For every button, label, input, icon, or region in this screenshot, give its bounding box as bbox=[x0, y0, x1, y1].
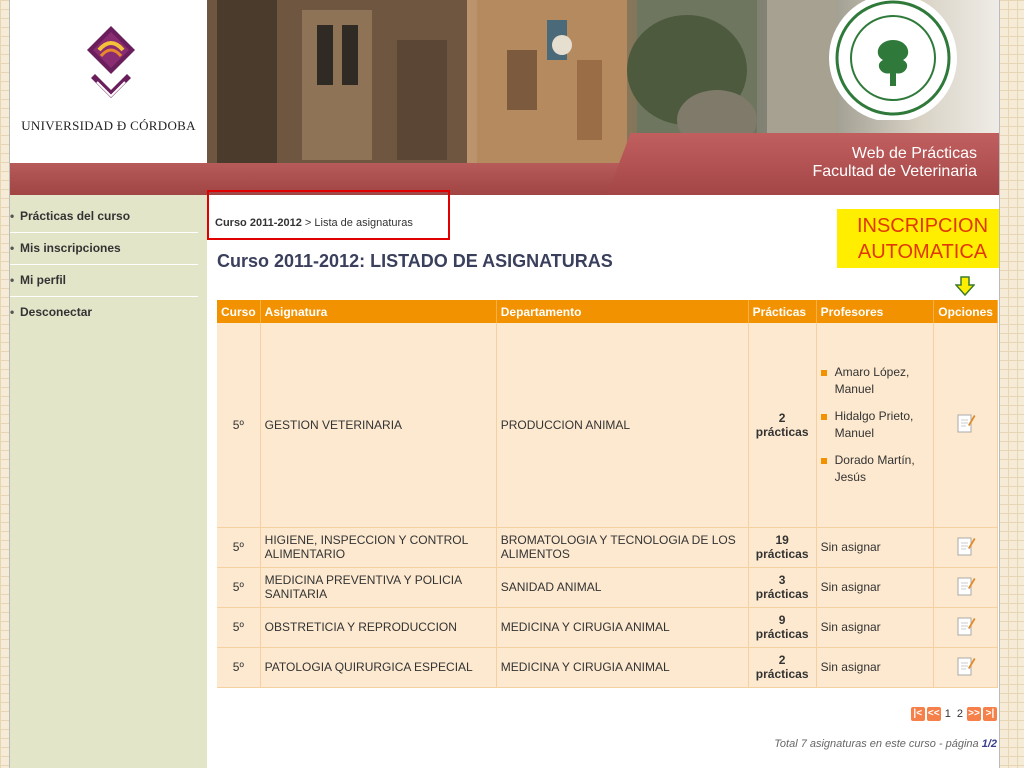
col-departamento[interactable]: Departamento bbox=[496, 300, 749, 323]
arrow-down-icon bbox=[955, 276, 975, 296]
table-row: 5º MEDICINA PREVENTIVA Y POLICIA SANITAR… bbox=[217, 567, 998, 608]
sidebar-item-label: Mis inscripciones bbox=[20, 241, 121, 255]
university-logo[interactable]: UNIVERSIDAD Ð CÓRDOBA bbox=[10, 0, 207, 163]
cell-departamento: MEDICINA Y CIRUGIA ANIMAL bbox=[496, 607, 749, 648]
cell-asignatura[interactable]: MEDICINA PREVENTIVA Y POLICIA SANITARIA bbox=[260, 567, 497, 608]
first-page-button[interactable]: |< bbox=[910, 707, 925, 721]
next-page-button[interactable]: >> bbox=[967, 707, 981, 721]
cell-curso: 5º bbox=[217, 323, 261, 528]
cell-profesores: Sin asignar bbox=[816, 527, 935, 568]
table-row: 5º HIGIENE, INSPECCION Y CONTROL ALIMENT… bbox=[217, 527, 998, 568]
page: UNIVERSIDAD Ð CÓRDOBA Web de Prácticas F… bbox=[9, 0, 1000, 768]
col-practicas[interactable]: Prácticas bbox=[748, 300, 817, 323]
cell-opciones bbox=[933, 607, 998, 648]
cell-curso: 5º bbox=[217, 647, 261, 688]
profesor-item: Amaro López, Manuel bbox=[820, 364, 930, 398]
cell-profesores: Sin asignar bbox=[816, 647, 935, 688]
cell-curso: 5º bbox=[217, 527, 261, 568]
edit-icon[interactable] bbox=[956, 654, 976, 678]
university-name: UNIVERSIDAD Ð CÓRDOBA bbox=[21, 118, 196, 133]
breadcrumb: Curso 2011-2012 > Lista de asignaturas bbox=[215, 217, 413, 229]
cell-departamento: SANIDAD ANIMAL bbox=[496, 567, 749, 608]
edit-icon[interactable] bbox=[956, 614, 976, 638]
cell-asignatura[interactable]: OBSTRETICIA Y REPRODUCCION bbox=[260, 607, 497, 648]
cell-departamento: BROMATOLOGIA Y TECNOLOGIA DE LOS ALIMENT… bbox=[496, 527, 749, 568]
cell-profesores: Sin asignar bbox=[816, 567, 935, 608]
table-row: 5º GESTION VETERINARIA PRODUCCION ANIMAL… bbox=[217, 323, 998, 528]
sidebar-item-label: Mi perfil bbox=[20, 273, 67, 287]
col-profesores[interactable]: Profesores bbox=[816, 300, 935, 323]
cell-profesores: Amaro López, Manuel Hidalgo Prieto, Manu… bbox=[816, 323, 935, 528]
cell-asignatura[interactable]: GESTION VETERINARIA bbox=[260, 323, 497, 528]
cell-practicas: 19 prácticas bbox=[748, 527, 817, 568]
cell-practicas: 2 prácticas bbox=[748, 647, 817, 688]
cell-curso: 5º bbox=[217, 567, 261, 608]
cell-opciones bbox=[933, 647, 998, 688]
total-count: Total 7 asignaturas en este curso - pági… bbox=[774, 738, 997, 750]
col-asignatura[interactable]: Asignatura bbox=[260, 300, 497, 323]
sidebar-item-perfil[interactable]: Mi perfil bbox=[10, 265, 198, 297]
cell-opciones bbox=[933, 323, 998, 528]
cell-opciones bbox=[933, 527, 998, 568]
sidebar-item-inscripciones[interactable]: Mis inscripciones bbox=[10, 233, 198, 265]
cell-departamento: PRODUCCION ANIMAL bbox=[496, 323, 749, 528]
highlight-box bbox=[207, 190, 450, 240]
profesor-item: Hidalgo Prieto, Manuel bbox=[820, 408, 930, 442]
table-header-row: Curso Asignatura Departamento Prácticas … bbox=[217, 300, 998, 323]
callout-line1: INSCRIPCION bbox=[856, 215, 989, 237]
sidebar-item-label: Desconectar bbox=[20, 305, 93, 319]
callout-label: INSCRIPCION AUTOMATICA bbox=[837, 209, 999, 268]
sidebar: Prácticas del curso Mis inscripciones Mi… bbox=[10, 195, 207, 768]
cell-practicas: 9 prácticas bbox=[748, 607, 817, 648]
site-title: Web de Prácticas Facultad de Veterinaria bbox=[812, 145, 977, 181]
main-content: Curso 2011-2012 > Lista de asignaturas C… bbox=[207, 190, 999, 768]
profesor-item: Dorado Martín, Jesús bbox=[820, 452, 930, 486]
cell-departamento: MEDICINA Y CIRUGIA ANIMAL bbox=[496, 647, 749, 688]
sidebar-item-label: Prácticas del curso bbox=[20, 209, 131, 223]
edit-icon[interactable] bbox=[956, 411, 976, 435]
callout-line2: AUTOMATICA bbox=[857, 241, 988, 263]
table-row: 5º PATOLOGIA QUIRURGICA ESPECIAL MEDICIN… bbox=[217, 647, 998, 688]
edit-icon[interactable] bbox=[956, 534, 976, 558]
col-curso[interactable]: Curso bbox=[217, 300, 261, 323]
university-crest-icon bbox=[87, 26, 135, 98]
table-row: 5º OBSTRETICIA Y REPRODUCCION MEDICINA Y… bbox=[217, 607, 998, 648]
breadcrumb-current: > Lista de asignaturas bbox=[301, 217, 413, 229]
cell-asignatura[interactable]: PATOLOGIA QUIRURGICA ESPECIAL bbox=[260, 647, 497, 688]
cell-practicas: 3 prácticas bbox=[748, 567, 817, 608]
breadcrumb-course-link[interactable]: Curso 2011-2012 bbox=[215, 217, 302, 229]
cell-opciones bbox=[933, 567, 998, 608]
sidebar-item-practicas[interactable]: Prácticas del curso bbox=[10, 201, 198, 233]
cell-curso: 5º bbox=[217, 607, 261, 648]
page-1-link[interactable]: 1 bbox=[943, 708, 953, 720]
col-opciones[interactable]: Opciones bbox=[933, 300, 998, 323]
site-title-line1: Web de Prácticas bbox=[851, 145, 977, 162]
sidebar-item-desconectar[interactable]: Desconectar bbox=[10, 297, 198, 328]
subjects-table: Curso Asignatura Departamento Prácticas … bbox=[217, 300, 998, 688]
profesores-list: Amaro López, Manuel Hidalgo Prieto, Manu… bbox=[820, 364, 930, 486]
page-title: Curso 2011-2012: LISTADO DE ASIGNATURAS bbox=[217, 251, 613, 271]
cell-profesores: Sin asignar bbox=[816, 607, 935, 648]
prev-page-button[interactable]: << bbox=[926, 707, 941, 721]
cell-asignatura[interactable]: HIGIENE, INSPECCION Y CONTROL ALIMENTARI… bbox=[260, 527, 497, 568]
pagination: |< << 1 2 >> >| bbox=[910, 707, 997, 721]
faculty-seal-icon bbox=[829, 0, 957, 120]
edit-icon[interactable] bbox=[956, 574, 976, 598]
total-text: Total 7 asignaturas en este curso - pági… bbox=[774, 738, 982, 750]
cell-practicas: 2 prácticas bbox=[748, 323, 817, 528]
page-indicator: 1/2 bbox=[981, 738, 997, 750]
page-2-link[interactable]: 2 bbox=[955, 708, 965, 720]
last-page-button[interactable]: >| bbox=[983, 707, 997, 721]
site-title-line2: Facultad de Veterinaria bbox=[812, 163, 977, 180]
